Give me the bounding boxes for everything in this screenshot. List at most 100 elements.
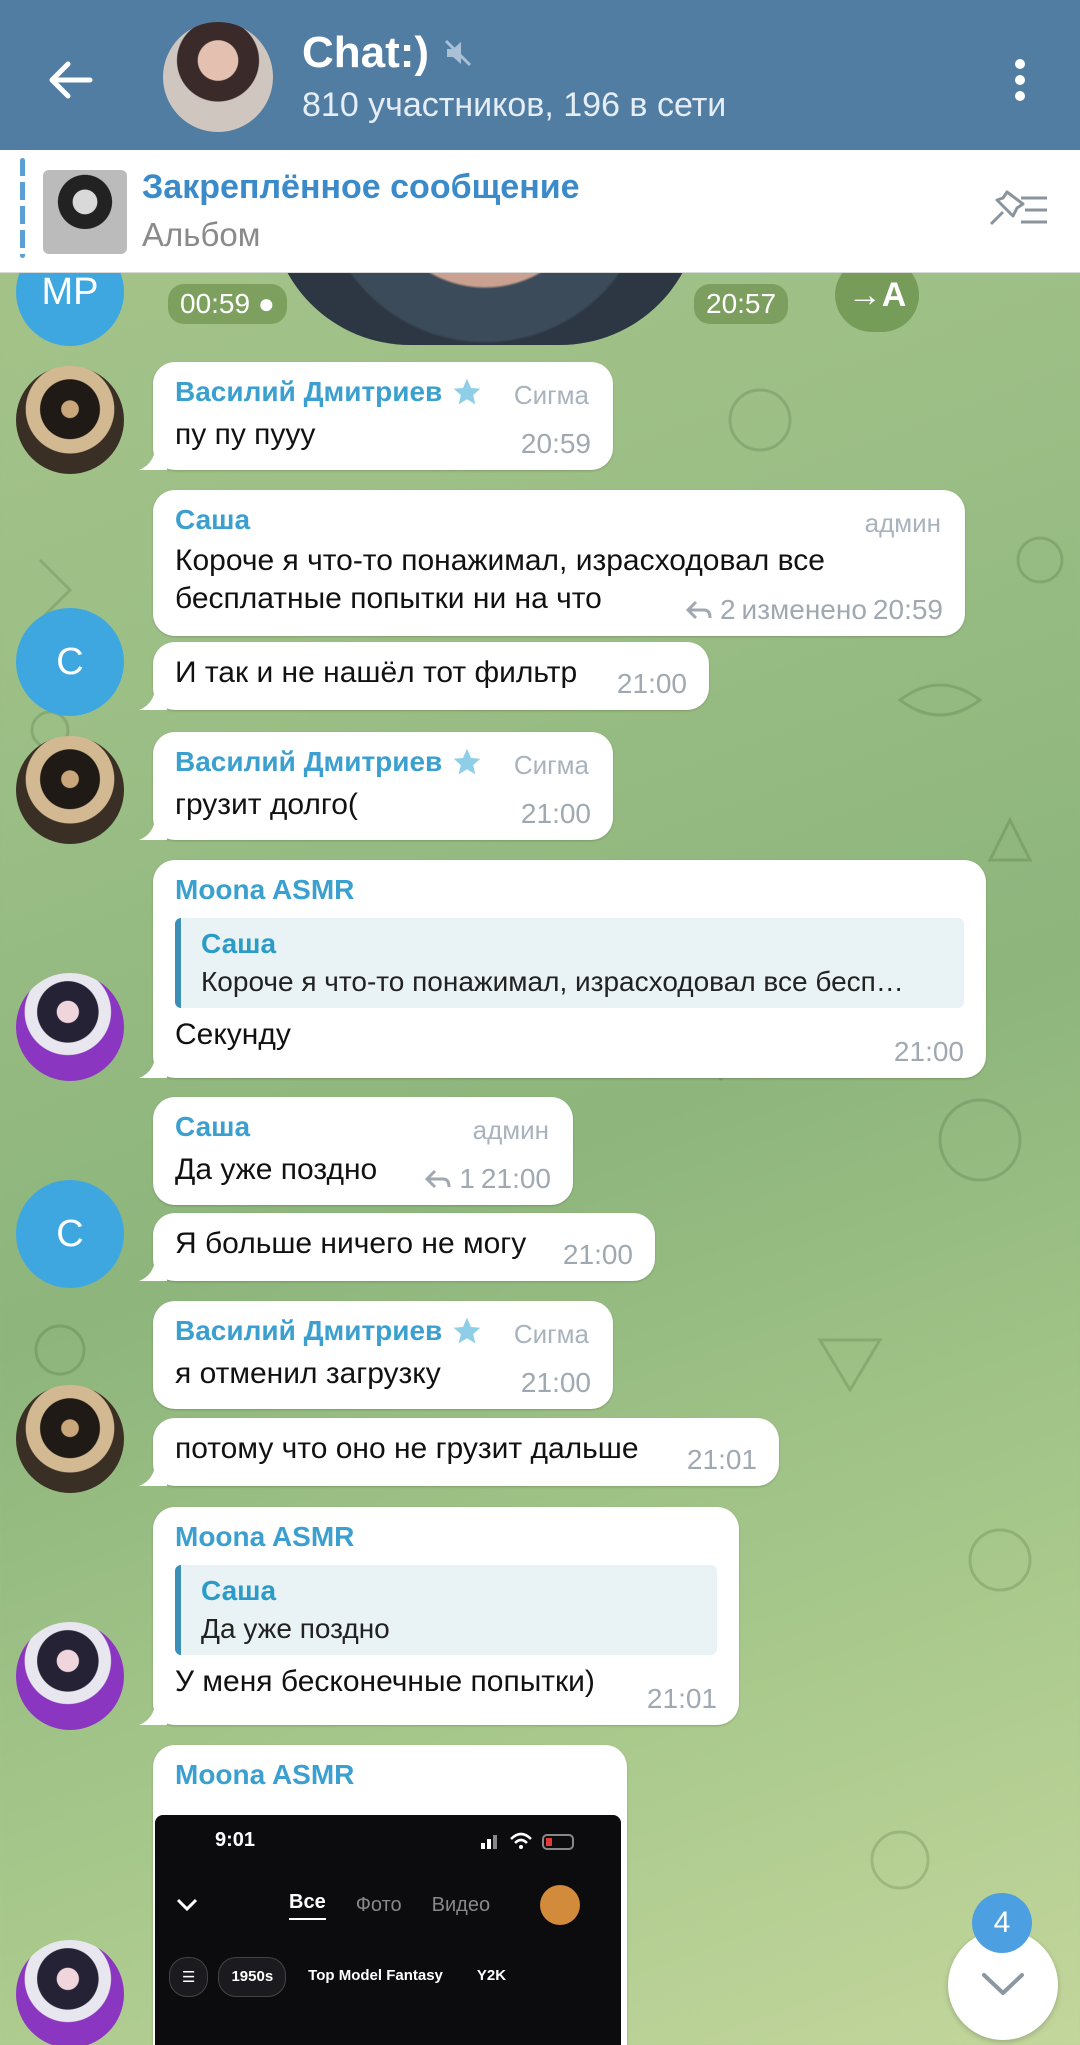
quote-text: Короче я что-то понажимал, израсходовал … [201,966,904,997]
avatar-sasha[interactable]: С [16,1180,124,1288]
message-bubble[interactable]: И так и не нашёл тот фильтр 21:00 [153,642,709,710]
quote-text: Да уже поздно [201,1613,390,1644]
quote-sender: Саша [201,1575,277,1606]
avatar-vasily[interactable] [16,1385,124,1493]
member-role: Сигма [513,1319,589,1349]
sender-name[interactable]: Moona ASMR [175,874,964,906]
member-role: админ [864,508,941,538]
chip-1950s: 1950s [218,1957,287,1997]
message-text-line-1: Короче я что-то понажимал, израсходовал … [175,544,825,577]
message-time: 21:00 [480,1163,551,1194]
star-icon [453,1317,481,1344]
reply-quote[interactable]: Саша Короче я что-то понажимал, израсход… [175,918,964,1008]
message-bubble[interactable]: Саша админ Короче я что-то понажимал, из… [153,490,965,636]
avatar-vasily[interactable] [16,736,124,844]
video-time: 20:57 [694,284,789,324]
pin-list-icon [989,190,1047,226]
screenshot-tab-all: Все [289,1891,326,1920]
message-time: 21:00 [520,798,591,829]
message-text: потому что оно не грузит дальше [175,1432,639,1465]
message-bubble[interactable]: потому что оно не грузит дальше 21:01 [153,1418,779,1486]
message-time: 21:00 [520,1367,591,1398]
video-duration-text: 00:59 [180,288,251,319]
avatar-sasha[interactable]: С [16,608,124,716]
message-time: 21:01 [686,1444,757,1475]
more-menu-button[interactable] [980,40,1060,120]
message-time: 20:59 [520,428,591,459]
screenshot-tab-photo: Фото [355,1893,402,1916]
star-icon [453,748,481,775]
video-duration: 00:59 ● [168,284,287,324]
avatar-moona[interactable] [16,1940,124,2045]
chat-header: Chat:) 810 участников, 196 в сети [0,0,1080,150]
screenshot-tabs: Все Фото Видео [175,1885,605,1925]
member-role: Сигма [513,750,589,780]
sender-name-text: Василий Дмитриев [175,376,443,407]
avatar-initials: MP [41,270,99,313]
message-time: 21:00 [616,668,687,699]
chip-top-model: Top Model Fantasy [308,1967,443,1984]
message-bubble[interactable]: Moona ASMR Саша Короче я что-то понажима… [153,860,986,1078]
message-bubble[interactable]: Я больше ничего не могу 21:00 [153,1213,655,1281]
pinned-title: Закреплённое сообщение [142,168,580,206]
avatar-initials: С [56,640,84,683]
reply-icon[interactable] [423,1167,453,1191]
message-bubble[interactable]: Василий Дмитриев Сигма грузит долго( 21:… [153,732,613,840]
unwatched-dot: ● [257,288,275,319]
avatar-moona[interactable] [16,1622,124,1730]
arrow-left-icon [49,61,93,99]
reply-icon[interactable] [684,598,714,622]
chip-y2k: Y2K [476,1967,507,1984]
sender-name[interactable]: Moona ASMR [175,1521,717,1553]
pinned-message-bar[interactable]: Закреплённое сообщение Альбом [0,150,1080,273]
chevron-down-icon [982,1973,1024,1995]
star-icon [453,378,481,405]
pinned-indicator [20,158,25,258]
sender-name-text: Василий Дмитриев [175,1315,443,1346]
signal-wifi-battery-icon [481,1832,574,1850]
muted-icon [445,39,472,67]
avatar-moona[interactable] [16,973,124,1081]
member-role: Сигма [513,380,589,410]
message-time: 20:59 [872,594,943,625]
message-meta: 1 21:00 [423,1163,551,1195]
pinned-thumbnail [43,170,127,254]
chat-avatar[interactable] [163,22,273,132]
message-time: 21:00 [893,1036,964,1067]
message-text: И так и не нашёл тот фильтр [175,656,578,689]
more-vertical-icon [1015,59,1025,101]
screenshot-filter-chips: ☰ 1950s Top Model Fantasy Y2K [169,1957,518,1997]
chat-subtitle: 810 участников, 196 в сети [302,86,727,124]
avatar-initials: С [56,1212,84,1255]
reply-quote[interactable]: Саша Да уже поздно [175,1565,717,1655]
chat-title: Chat:) [302,28,430,77]
message-bubble[interactable]: Василий Дмитриев Сигма я отменил загрузк… [153,1301,613,1409]
screenshot-tab-video: Видео [431,1893,491,1916]
message-text: У меня бесконечные попытки) [175,1665,595,1698]
chat-title-row[interactable]: Chat:) [302,28,473,78]
reply-count: 1 [459,1163,475,1194]
screenshot-status-icons [481,1831,581,1856]
message-time: 21:00 [562,1239,633,1270]
message-bubble[interactable]: Василий Дмитриев Сигма пу пу пууу 20:59 [153,362,613,470]
unread-count-badge: 4 [972,1893,1032,1953]
filter-settings-icon: ☰ [169,1957,209,1997]
quote-sender: Саша [201,928,277,959]
message-time: 21:01 [646,1683,717,1714]
pinned-subtitle: Альбом [142,216,261,253]
pinned-list-button[interactable] [982,180,1052,240]
message-bubble[interactable]: Саша админ Да уже поздно 1 21:00 [153,1097,573,1205]
avatar-vasily[interactable] [16,366,124,474]
sender-name[interactable]: Саша [175,504,943,536]
back-button[interactable] [30,40,110,120]
member-role: админ [472,1115,549,1145]
message-bubble[interactable]: Moona ASMR Саша Да уже поздно У меня бес… [153,1507,739,1725]
sender-name-text: Василий Дмитриев [175,746,443,777]
reply-count: 2 [719,594,736,625]
message-text: Секунду [175,1018,291,1051]
chevron-down-icon [176,1898,198,1912]
attached-screenshot[interactable]: 9:01 Все Фото Видео ☰ 1950s Top Model Fa… [155,1815,621,2045]
sender-name[interactable]: Moona ASMR [175,1759,605,1791]
message-meta: 2 изменено 20:59 [684,594,943,626]
screenshot-status-time: 9:01 [215,1829,256,1851]
